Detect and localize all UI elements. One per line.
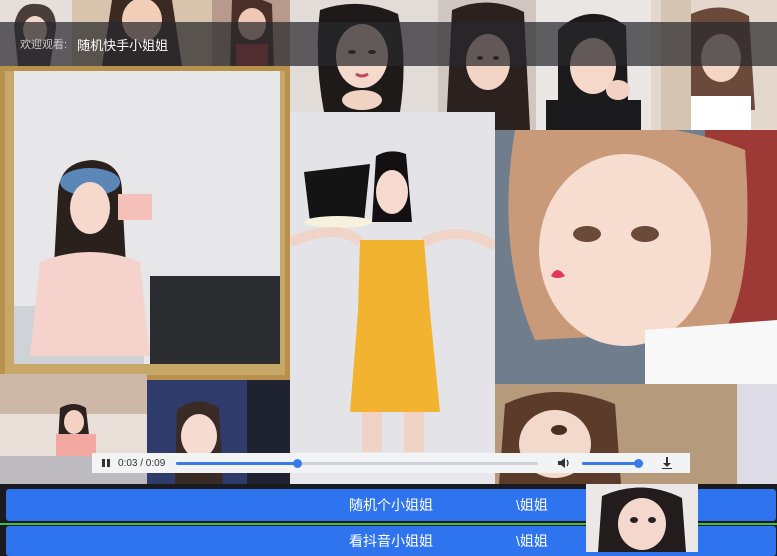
volume-icon[interactable] [556, 455, 572, 471]
page-title: 随机快手小姐姐 [77, 37, 169, 53]
page-header: 欢迎观看: 随机快手小姐姐 [0, 22, 777, 66]
random-girl-button-label: 随机个小姐姐 [349, 497, 433, 513]
seek-bar-thumb[interactable] [292, 458, 302, 468]
media-player: 0:03 / 0:09 [92, 453, 690, 473]
photo-tile[interactable] [737, 384, 777, 484]
seek-bar[interactable] [176, 458, 538, 468]
volume-slider-fill [582, 461, 638, 465]
download-icon[interactable] [660, 455, 674, 471]
photo-tile[interactable] [0, 66, 290, 380]
volume-slider[interactable] [582, 458, 644, 468]
photo-tile[interactable] [586, 484, 698, 552]
welcome-label: 欢迎观看: [20, 39, 68, 51]
photo-tile[interactable] [290, 112, 495, 452]
volume-slider-thumb[interactable] [633, 458, 643, 468]
photo-tile[interactable] [495, 130, 777, 384]
time-display: 0:03 / 0:09 [118, 457, 166, 469]
pause-icon[interactable] [98, 455, 114, 471]
douyin-girl-button-label: 看抖音小姐姐 [349, 533, 433, 549]
random-girl-button-ghost-text: \姐姐 [516, 497, 548, 513]
seek-bar-fill [176, 461, 297, 465]
